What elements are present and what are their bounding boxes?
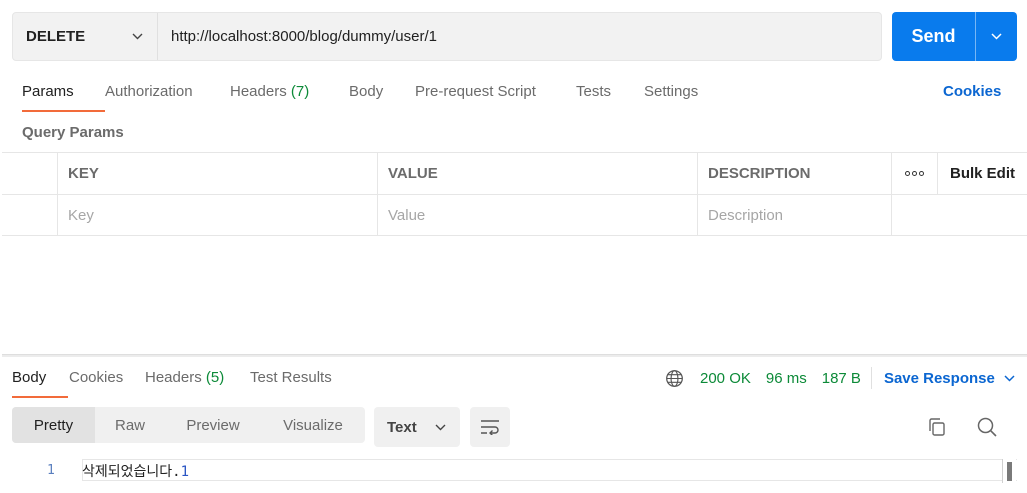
line-number: 1: [47, 463, 55, 478]
view-pretty[interactable]: Pretty: [12, 407, 95, 443]
headers-count: (7): [290, 83, 310, 100]
chevron-down-icon: [435, 424, 446, 430]
scrollbar-thumb[interactable]: [1007, 462, 1012, 481]
query-params-title: Query Params: [22, 124, 124, 141]
search-icon: [977, 417, 997, 437]
method-label: DELETE: [26, 28, 86, 45]
view-mode-selector: Pretty Raw Preview Visualize: [12, 407, 365, 443]
description-input[interactable]: Description: [698, 195, 892, 235]
tab-response-body[interactable]: Body: [12, 367, 68, 398]
response-tabs: Body Cookies Headers (5) Test Results: [12, 367, 350, 398]
save-response-label: Save Response: [883, 369, 995, 387]
view-visualize[interactable]: Visualize: [261, 407, 365, 443]
bulk-edit-button[interactable]: Bulk Edit: [938, 153, 1027, 194]
scrollbar[interactable]: [1002, 459, 1016, 483]
row-spacer: [892, 195, 938, 235]
tab-pre-request-script[interactable]: Pre-request Script: [415, 80, 576, 112]
response-time[interactable]: 96 ms: [766, 370, 807, 387]
tab-tests[interactable]: Tests: [576, 80, 644, 112]
tab-test-results[interactable]: Test Results: [250, 367, 350, 398]
tab-body[interactable]: Body: [349, 80, 415, 112]
copy-button[interactable]: [925, 415, 949, 439]
pane-resize-handle[interactable]: [2, 354, 1027, 357]
url-input[interactable]: http://localhost:8000/blog/dummy/user/1: [158, 13, 881, 60]
chevron-down-icon: [991, 33, 1002, 40]
description-header: DESCRIPTION: [698, 153, 892, 194]
url-text: http://localhost:8000/blog/dummy/user/1: [171, 28, 437, 45]
globe-icon[interactable]: [665, 369, 684, 388]
wrap-lines-icon: [481, 420, 499, 435]
more-options-button[interactable]: [892, 153, 938, 194]
row-checkbox-cell: [2, 195, 58, 235]
checkbox-column: [2, 153, 58, 194]
wrap-lines-button[interactable]: [470, 407, 510, 447]
status-code[interactable]: 200 OK: [700, 370, 751, 387]
response-body-editor[interactable]: [82, 459, 1017, 481]
view-raw[interactable]: Raw: [95, 407, 165, 443]
params-table: KEY VALUE DESCRIPTION Bulk Edit Key Valu…: [2, 152, 1027, 236]
response-body-line: 삭제되었습니다.1: [82, 461, 189, 481]
response-number: 1: [180, 464, 190, 480]
send-button-group: Send: [892, 12, 1017, 61]
params-empty-row: Key Value Description: [2, 194, 1027, 236]
tab-response-cookies[interactable]: Cookies: [68, 367, 145, 398]
more-icon: [905, 171, 924, 176]
format-select[interactable]: Text: [374, 407, 460, 447]
params-header-row: KEY VALUE DESCRIPTION Bulk Edit: [2, 152, 1027, 194]
chevron-down-icon: [1004, 374, 1015, 382]
send-options-button[interactable]: [976, 12, 1017, 61]
tab-authorization[interactable]: Authorization: [105, 80, 230, 112]
response-headers-count: (5): [205, 369, 225, 386]
tab-params[interactable]: Params: [22, 80, 105, 112]
key-header: KEY: [58, 153, 378, 194]
view-preview[interactable]: Preview: [165, 407, 261, 443]
value-header: VALUE: [378, 153, 698, 194]
response-size[interactable]: 187 B: [822, 370, 861, 387]
method-select[interactable]: DELETE: [13, 13, 158, 60]
status-separator: [870, 367, 872, 389]
send-button[interactable]: Send: [892, 12, 975, 61]
tab-settings[interactable]: Settings: [644, 80, 714, 112]
response-status-bar: 200 OK 96 ms 187 B Save Response: [665, 367, 1015, 389]
key-input[interactable]: Key: [58, 195, 378, 235]
row-spacer-end: [938, 195, 1027, 235]
save-response-button[interactable]: Save Response: [884, 370, 1015, 387]
cookies-link[interactable]: Cookies: [943, 83, 1001, 100]
copy-icon: [929, 418, 945, 436]
request-bar: DELETE http://localhost:8000/blog/dummy/…: [12, 12, 882, 61]
format-label: Text: [387, 418, 417, 436]
value-input[interactable]: Value: [378, 195, 698, 235]
tab-headers[interactable]: Headers (7): [230, 80, 349, 112]
request-tabs: Params Authorization Headers (7) Body Pr…: [22, 80, 714, 112]
tab-response-headers[interactable]: Headers (5): [145, 367, 250, 398]
chevron-down-icon: [132, 33, 143, 40]
response-text: 삭제되었습니다.: [82, 464, 181, 480]
search-button[interactable]: [975, 415, 999, 439]
